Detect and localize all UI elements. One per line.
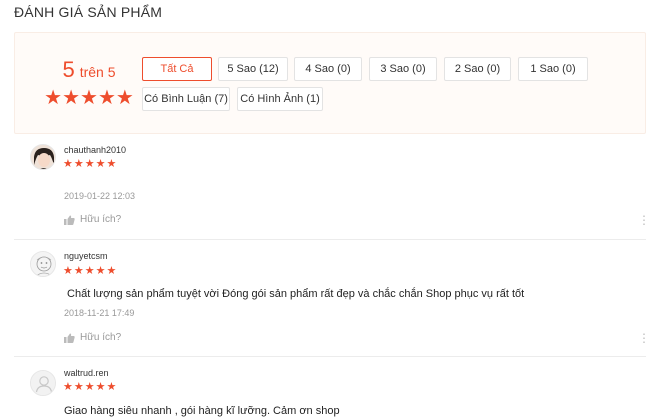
review-stars: ★★★★★ (63, 265, 118, 277)
rating-summary: 5 trên 5 ★★★★★ (37, 57, 141, 110)
sketch-avatar-icon (31, 252, 55, 276)
review-stars: ★★★★★ (63, 158, 118, 170)
rating-score: 5 (62, 57, 75, 82)
filter-5-star-button[interactable]: 5 Sao (12) (218, 57, 288, 81)
review-time: 2018-11-21 17:49 (64, 308, 135, 318)
helpful-button[interactable]: Hữu ích? (64, 332, 121, 343)
review-username: chauthanh2010 (64, 145, 127, 155)
photo-avatar-icon (31, 145, 55, 169)
helpful-label: Hữu ích? (80, 332, 122, 343)
rating-overview: 5 trên 5 ★★★★★ Tất Cả 5 Sao (12) 4 Sao (… (14, 32, 646, 134)
more-options-icon[interactable]: ⋮ (638, 332, 650, 344)
user-avatar[interactable] (30, 251, 56, 277)
thumbs-up-icon (64, 333, 75, 343)
review-username: nguyetcsm (64, 251, 108, 261)
rating-score-suffix: trên 5 (79, 64, 116, 80)
review-divider (14, 239, 646, 240)
review-time: 2019-01-22 12:03 (64, 191, 136, 201)
review-stars: ★★★★★ (63, 381, 118, 393)
review-username: waltrud.ren (64, 368, 109, 378)
rating-stars: ★★★★★ (44, 87, 134, 109)
helpful-label: Hữu ích? (80, 214, 122, 225)
review-item: nguyetcsm ★★★★★ Chất lượng sản phẩm tuyệ… (14, 244, 650, 354)
filter-with-comment-button[interactable]: Có Bình Luận (7) (142, 87, 230, 111)
review-item: waltrud.ren ★★★★★ Giao hàng siêu nhanh ,… (14, 362, 646, 420)
more-options-icon[interactable]: ⋮ (638, 214, 650, 226)
thumbs-up-icon (64, 215, 75, 225)
review-comment: Chất lượng sản phẩm tuyệt vời Đóng gói s… (64, 288, 525, 300)
filter-all-button[interactable]: Tất Cả (142, 57, 212, 81)
filter-3-star-button[interactable]: 3 Sao (0) (369, 57, 437, 81)
filter-1-star-button[interactable]: 1 Sao (0) (518, 57, 588, 81)
default-user-icon (31, 371, 55, 395)
section-title: ĐÁNH GIÁ SẢN PHẨM (14, 4, 163, 20)
filter-with-image-button[interactable]: Có Hình Ảnh (1) (237, 87, 323, 111)
filter-2-star-button[interactable]: 2 Sao (0) (444, 57, 511, 81)
filter-4-star-button[interactable]: 4 Sao (0) (294, 57, 362, 81)
product-reviews-page: ĐÁNH GIÁ SẢN PHẨM 5 trên 5 ★★★★★ Tất Cả … (0, 0, 665, 420)
user-avatar[interactable] (30, 144, 56, 170)
review-divider (14, 356, 646, 357)
review-comment: Giao hàng siêu nhanh , gói hàng kĩ lưỡng… (64, 405, 340, 417)
review-item: chauthanh2010 ★★★★★ 2019-01-22 12:03 Hữu… (14, 140, 650, 238)
helpful-button[interactable]: Hữu ích? (64, 214, 121, 225)
user-avatar[interactable] (30, 370, 56, 396)
